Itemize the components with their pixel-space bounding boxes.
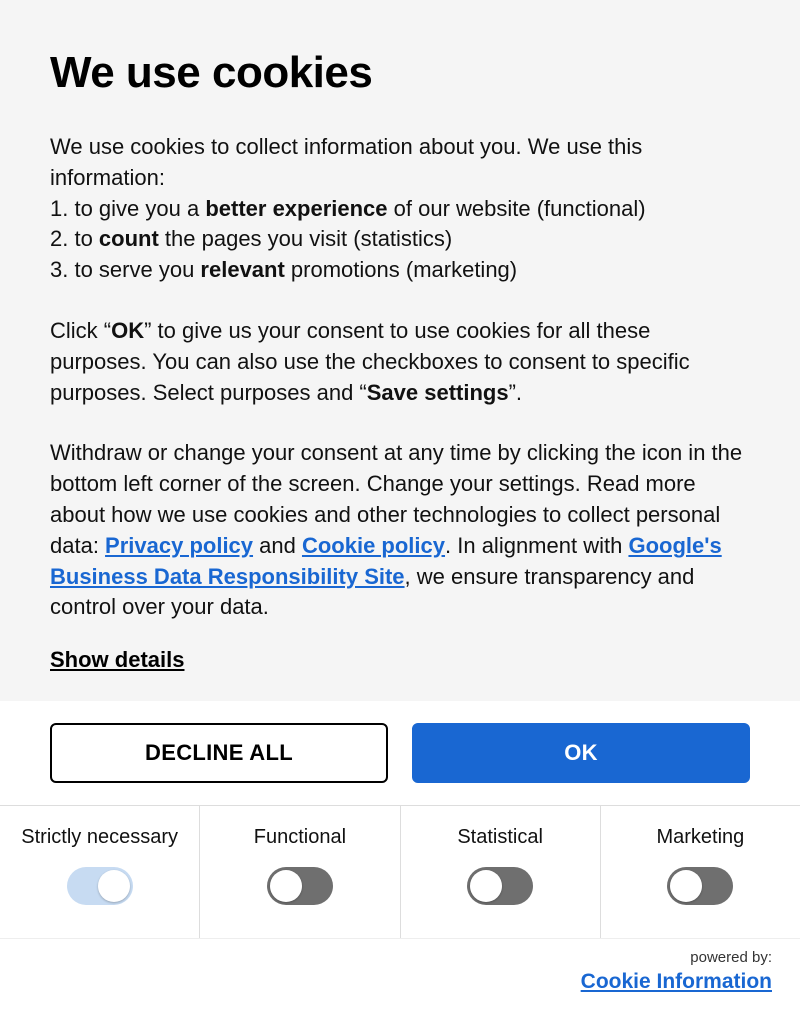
modal-content: We use cookies We use cookies to collect… <box>0 0 800 701</box>
intro-lead: We use cookies to collect information ab… <box>50 134 642 190</box>
category-statistical: Statistical <box>401 806 601 938</box>
show-details-link[interactable]: Show details <box>50 647 184 673</box>
intro-2b: count <box>99 226 159 251</box>
category-label: Marketing <box>609 826 792 849</box>
category-necessary: Strictly necessary <box>0 806 200 938</box>
marketing-toggle[interactable] <box>667 867 733 905</box>
modal-body: We use cookies to collect information ab… <box>50 132 750 623</box>
necessary-toggle <box>67 867 133 905</box>
intro-2c: the pages you visit (statistics) <box>159 226 452 251</box>
privacy-policy-link[interactable]: Privacy policy <box>105 533 253 558</box>
consent-d: Save settings <box>367 380 509 405</box>
toggle-knob <box>270 870 302 902</box>
consent-b: OK <box>111 318 144 343</box>
consent-paragraph: Click “OK” to give us your consent to us… <box>50 316 750 408</box>
cookie-policy-link[interactable]: Cookie policy <box>302 533 445 558</box>
intro-3b: relevant <box>200 257 284 282</box>
withdraw-paragraph: Withdraw or change your consent at any t… <box>50 438 750 623</box>
ok-button[interactable]: OK <box>412 723 750 783</box>
functional-toggle[interactable] <box>267 867 333 905</box>
consent-e: ”. <box>509 380 522 405</box>
intro-3c: promotions (marketing) <box>285 257 517 282</box>
category-label: Functional <box>208 826 391 849</box>
category-marketing: Marketing <box>601 806 800 938</box>
toggle-knob <box>670 870 702 902</box>
consent-a: Click “ <box>50 318 111 343</box>
intro-1a: 1. to give you a <box>50 196 205 221</box>
decline-all-button[interactable]: DECLINE ALL <box>50 723 388 783</box>
category-functional: Functional <box>200 806 400 938</box>
statistical-toggle[interactable] <box>467 867 533 905</box>
intro-paragraph: We use cookies to collect information ab… <box>50 132 750 286</box>
modal-title: We use cookies <box>50 48 750 98</box>
intro-1c: of our website (functional) <box>388 196 646 221</box>
toggle-knob <box>470 870 502 902</box>
category-label: Strictly necessary <box>8 826 191 849</box>
intro-1b: better experience <box>205 196 387 221</box>
modal-footer: powered by: Cookie Information <box>0 938 800 1014</box>
powered-by-label: powered by: <box>28 949 772 966</box>
buttons-bar: DECLINE ALL OK <box>0 701 800 805</box>
cookie-information-link[interactable]: Cookie Information <box>581 970 772 993</box>
cookie-consent-modal: We use cookies We use cookies to collect… <box>0 0 800 1013</box>
category-toggles: Strictly necessary Functional Statistica… <box>0 805 800 938</box>
intro-3a: 3. to serve you <box>50 257 200 282</box>
category-label: Statistical <box>409 826 592 849</box>
intro-2a: 2. to <box>50 226 99 251</box>
withdraw-and: and <box>253 533 302 558</box>
toggle-knob <box>98 870 130 902</box>
withdraw-b: . In alignment with <box>445 533 628 558</box>
